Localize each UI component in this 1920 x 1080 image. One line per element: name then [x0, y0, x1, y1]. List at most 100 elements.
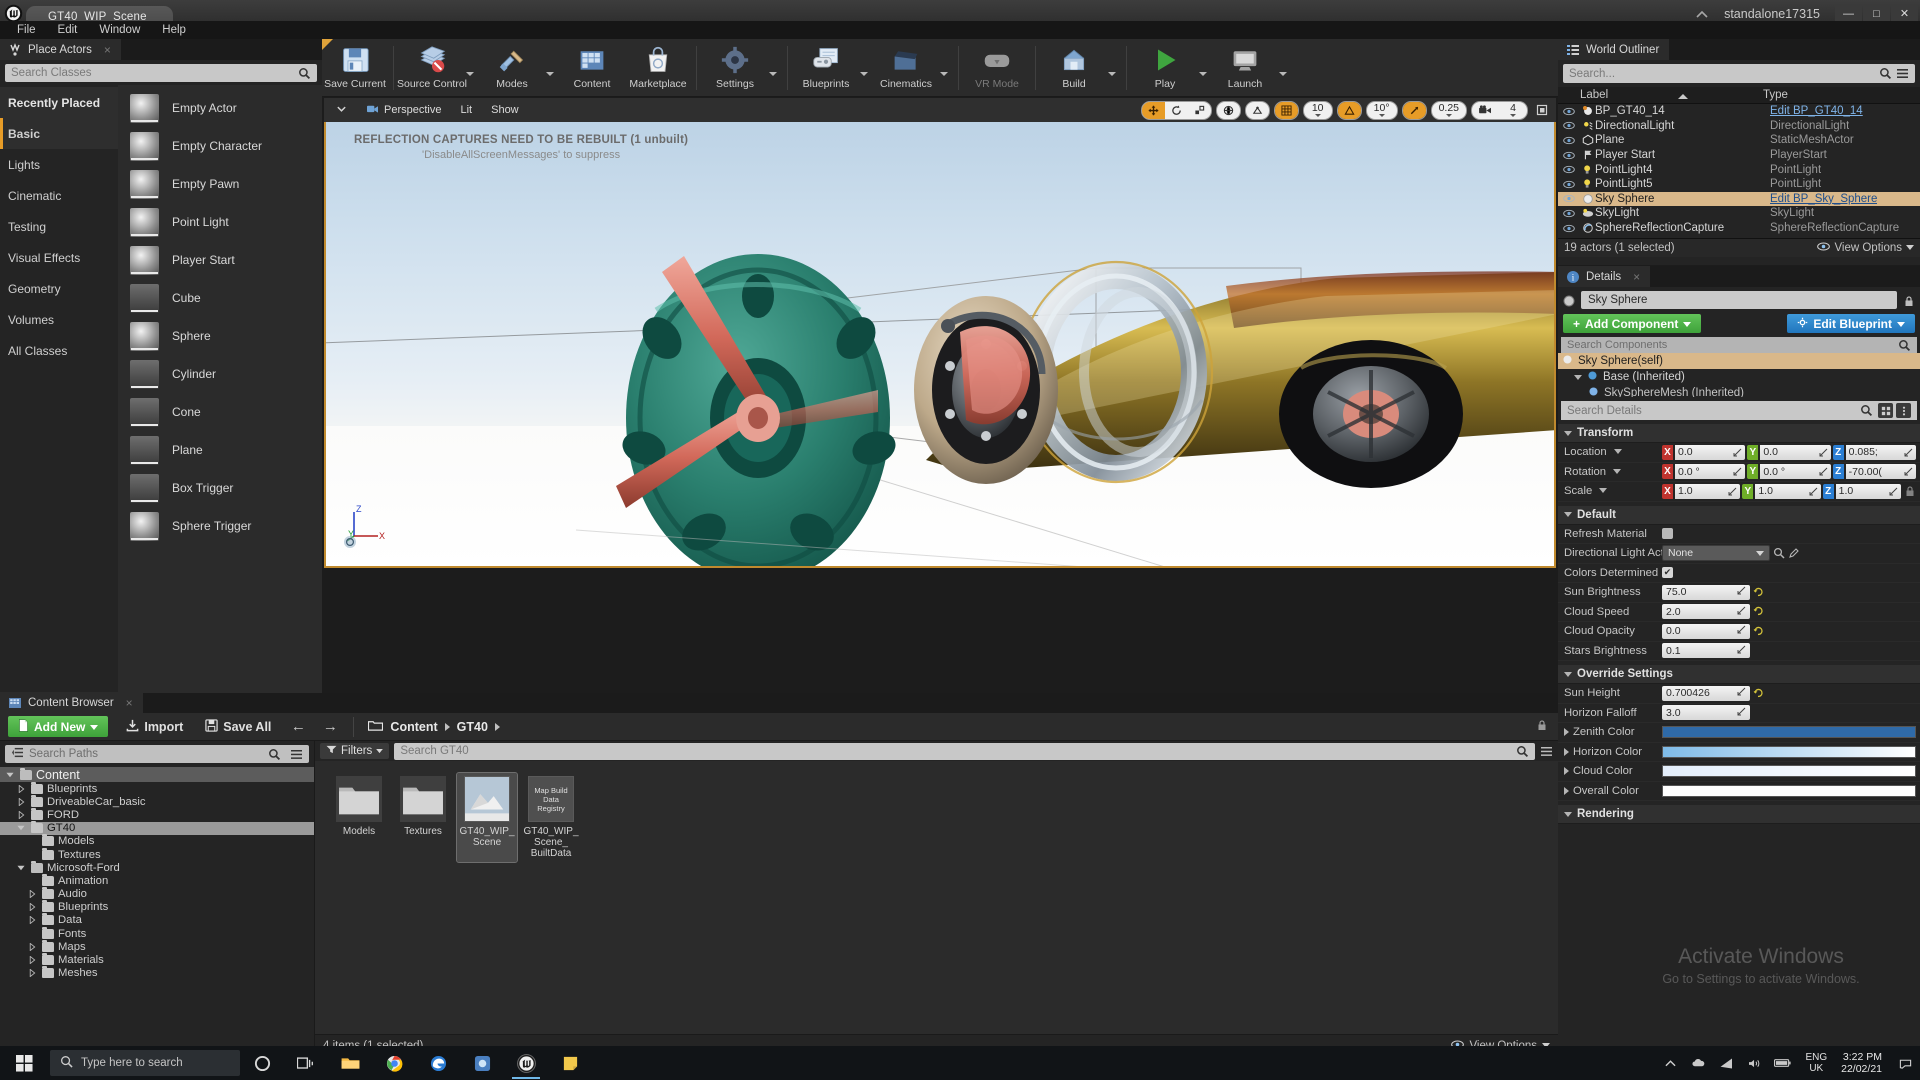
maximize-viewport-icon[interactable] [1532, 101, 1551, 120]
grid-snap-icon[interactable] [1274, 101, 1298, 119]
toolbar-button-source-control[interactable]: Source Control [397, 40, 467, 96]
asset-item-models[interactable]: Models [329, 773, 389, 862]
spinner-icon[interactable] [1904, 448, 1913, 457]
reset-to-default-icon[interactable] [1753, 606, 1764, 617]
menu-item-edit[interactable]: Edit [47, 21, 89, 39]
toolbar-button-blueprints[interactable]: Blueprints [795, 40, 857, 96]
eye-visibility-icon[interactable] [1558, 194, 1580, 203]
place-actors-close-icon[interactable]: × [104, 43, 111, 57]
toolbar-button-vr-mode[interactable]: VR Mode [966, 40, 1028, 96]
chevron-right-icon[interactable] [26, 956, 38, 965]
rotation-snap-value[interactable]: 10° [1367, 102, 1397, 119]
folder-tree-item-blueprints[interactable]: Blueprints [0, 900, 314, 914]
place-actors-item-cylinder[interactable]: Cylinder [118, 355, 322, 393]
camera-speed-value[interactable]: 4 [1499, 102, 1527, 119]
details-section-header-rendering[interactable]: Rendering [1558, 805, 1920, 824]
checkbox[interactable]: ✔ [1662, 567, 1673, 579]
table-row[interactable]: Sky Sphere Edit BP_Sky_Sphere [1558, 191, 1920, 207]
chevron-right-icon[interactable] [1564, 728, 1569, 737]
tab-world-outliner[interactable]: World Outliner [1558, 39, 1670, 60]
taskbar-search[interactable]: Type here to search [50, 1050, 240, 1076]
folder-tree-item-animation[interactable]: Animation [0, 873, 314, 887]
rotation-snap-value-group[interactable]: 10° [1365, 100, 1398, 120]
forward-button[interactable]: → [321, 717, 339, 737]
outliner-row-type[interactable]: Edit BP_GT40_14 [1770, 105, 1863, 117]
table-row[interactable]: SkyLight SkyLight [1558, 206, 1920, 221]
file-explorer-icon[interactable] [328, 1046, 372, 1080]
folder-tree-item-ford[interactable]: FORD [0, 807, 314, 821]
combo-box[interactable]: None [1662, 545, 1770, 562]
place-actors-category-all-classes[interactable]: All Classes [0, 335, 118, 366]
chevron-right-icon[interactable] [15, 797, 27, 806]
folder-tree-item-data[interactable]: Data [0, 913, 314, 927]
title-extra-icon[interactable] [1694, 6, 1710, 22]
filters-button[interactable]: Filters [320, 743, 390, 759]
table-row[interactable]: Plane StaticMeshActor [1558, 133, 1920, 148]
vector-input-y[interactable]: 1.0 [1755, 483, 1821, 499]
eye-visibility-icon[interactable] [1558, 165, 1580, 174]
app-icon[interactable] [460, 1046, 504, 1080]
details-actor-name-field[interactable]: Sky Sphere [1581, 291, 1897, 309]
asset-grid[interactable]: Models Textures GT40_​WIP_​Scene Map Build … [315, 761, 1558, 1034]
transform-mode-group[interactable] [1140, 100, 1212, 120]
place-actors-item-empty-pawn[interactable]: Empty Pawn [118, 165, 322, 203]
toolbar-caret-settings[interactable] [766, 40, 780, 96]
vector-input-y[interactable]: 0.0 [1760, 444, 1831, 460]
chevron-down-icon[interactable] [4, 771, 16, 779]
network-icon[interactable] [1713, 1046, 1739, 1080]
search-classes-input[interactable] [11, 67, 298, 79]
spinner-icon[interactable] [1728, 487, 1737, 496]
toolbar-button-play[interactable]: Play [1134, 40, 1196, 96]
number-input[interactable]: 75.0 [1662, 584, 1750, 600]
world-space-icon[interactable] [1217, 102, 1240, 119]
clock[interactable]: 3:22 PM 22/02/21 [1837, 1051, 1892, 1075]
toolbar-caret-cinematics[interactable] [937, 40, 951, 96]
table-row[interactable]: PointLight4 PointLight [1558, 162, 1920, 177]
outliner-row-list[interactable]: BP_GT40_14 Edit BP_GT40_14 DirectionalLigh… [1558, 104, 1920, 238]
details-section-header-transform[interactable]: Transform [1558, 424, 1920, 443]
start-button[interactable] [0, 1046, 48, 1080]
folder-tree-item-textures[interactable]: Textures [0, 847, 314, 861]
place-actors-category-cinematic[interactable]: Cinematic [0, 180, 118, 211]
breadcrumb-item-gt40[interactable]: GT40 [457, 720, 488, 734]
checkbox[interactable] [1662, 528, 1673, 540]
place-actors-item-cone[interactable]: Cone [118, 393, 322, 431]
folder-tree-item-fonts[interactable]: Fonts [0, 926, 314, 940]
folder-tree-item-audio[interactable]: Audio [0, 887, 314, 901]
folder-tree-item-meshes[interactable]: Meshes [0, 966, 314, 980]
grid-snap-group[interactable] [1273, 100, 1299, 120]
spinner-icon[interactable] [1809, 487, 1818, 496]
folder-tree-item-blueprints[interactable]: Blueprints [0, 781, 314, 795]
camera-speed-group[interactable]: 4 [1471, 100, 1528, 120]
place-actors-item-sphere-trigger[interactable]: Sphere Trigger [118, 507, 322, 545]
spinner-icon[interactable] [1819, 467, 1828, 476]
toolbar-button-settings[interactable]: Settings [704, 40, 766, 96]
spinner-icon[interactable] [1737, 687, 1746, 699]
paths-search-row[interactable] [5, 745, 309, 763]
vector-input-x[interactable]: 1.0 [1675, 483, 1741, 499]
toolbar-caret-blueprints[interactable] [857, 40, 871, 96]
save-all-button[interactable]: Save All [201, 716, 275, 737]
sticky-notes-icon[interactable] [548, 1046, 592, 1080]
spinner-icon[interactable] [1904, 467, 1913, 476]
place-actors-category-visual-effects[interactable]: Visual Effects [0, 242, 118, 273]
folder-tree-item-content[interactable]: Content [0, 767, 314, 782]
content-browser-folder-tree[interactable]: Content Blueprints DriveableCar_basic FORD G… [0, 767, 314, 980]
folder-tree-item-models[interactable]: Models [0, 834, 314, 848]
number-input[interactable]: 0.1 [1662, 643, 1750, 659]
reset-to-default-icon[interactable] [1753, 587, 1764, 598]
reset-to-default-icon[interactable] [1753, 688, 1764, 699]
table-row[interactable]: PointLight5 PointLight [1558, 177, 1920, 192]
menu-item-help[interactable]: Help [151, 21, 197, 39]
chevron-right-icon[interactable] [1564, 747, 1569, 756]
chevron-right-icon[interactable] [26, 903, 38, 912]
color-swatch[interactable] [1662, 745, 1916, 758]
import-button[interactable]: Import [122, 716, 187, 737]
details-close-icon[interactable]: × [1633, 270, 1640, 284]
toolbar-caret-play[interactable] [1196, 40, 1210, 96]
component-row[interactable]: Base (Inherited) [1558, 369, 1920, 385]
edge-icon[interactable] [416, 1046, 460, 1080]
spinner-icon[interactable] [1819, 448, 1828, 457]
number-input[interactable]: 0.700426 [1662, 685, 1750, 701]
tab-content-browser[interactable]: Content Browser × [0, 692, 143, 713]
